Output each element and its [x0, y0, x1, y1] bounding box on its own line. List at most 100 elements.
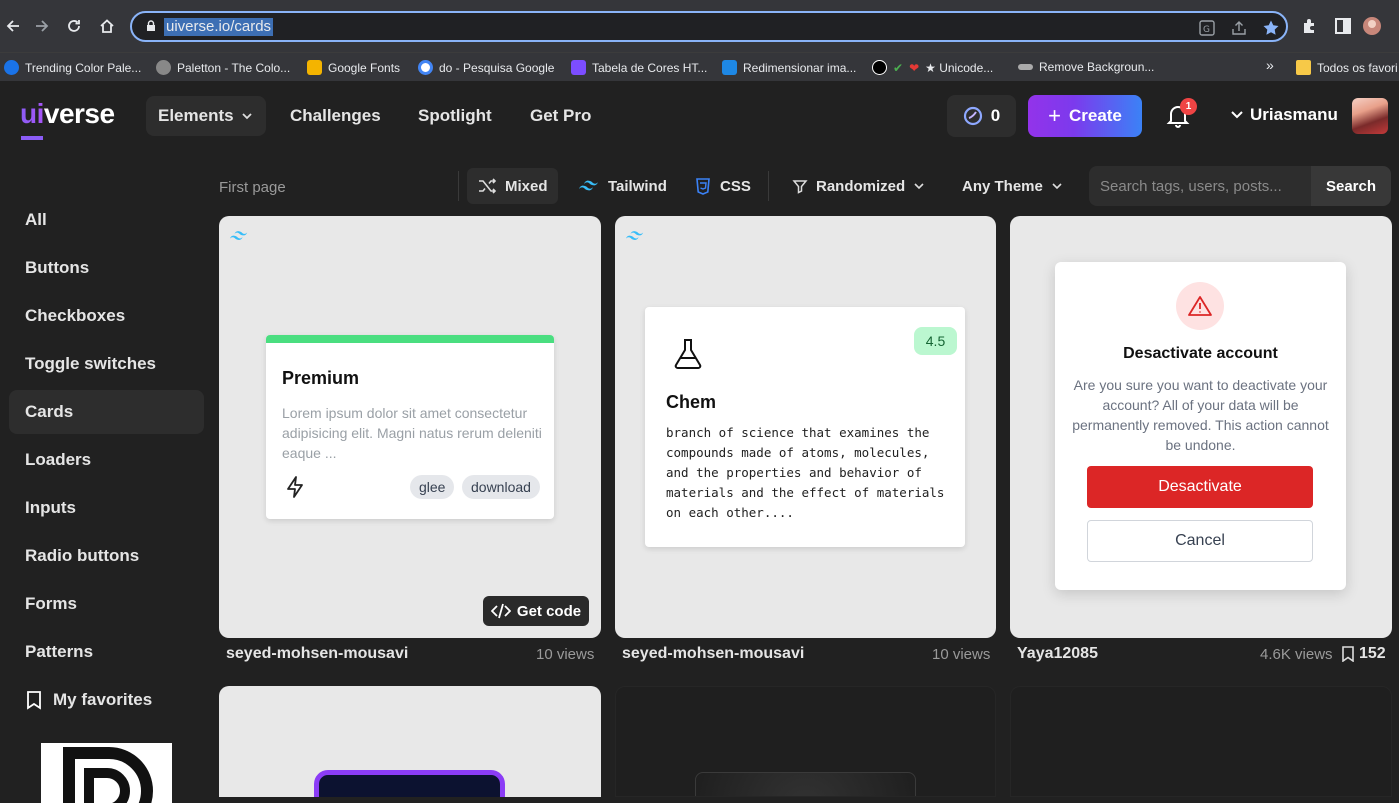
cancel-button[interactable]: Cancel: [1087, 520, 1313, 562]
bookmark-item[interactable]: Redimensionar ima...: [722, 60, 856, 75]
lightning-icon: [287, 476, 303, 498]
nav-elements-dropdown[interactable]: Elements: [146, 96, 266, 136]
card-preview[interactable]: [1010, 686, 1392, 797]
home-icon[interactable]: [94, 13, 120, 39]
bookmark-item[interactable]: do - Pesquisa Google: [418, 60, 554, 75]
avatar[interactable]: [1352, 98, 1388, 134]
uiverse-logo[interactable]: uiverse: [20, 98, 115, 140]
premium-title: Premium: [282, 368, 360, 388]
url-text[interactable]: uiverse.io/cards: [164, 18, 274, 36]
search-input[interactable]: [1089, 166, 1311, 206]
browser-toolbar: uiverse.io/cards G: [0, 0, 1399, 52]
sidebar-item-buttons[interactable]: Buttons: [9, 246, 204, 290]
divider: [458, 171, 459, 201]
bookmark-item[interactable]: ✔ ❤ ★ Unicode...: [872, 60, 993, 75]
card-author[interactable]: seyed-mohsen-mousavi: [226, 645, 408, 663]
bookmark-item[interactable]: Remove Backgroun...: [1018, 60, 1154, 74]
modal-text: Are you sure you want to deactivate your…: [1072, 377, 1329, 453]
sidebar-item-cards[interactable]: Cards: [9, 390, 204, 434]
chem-title: Chem: [666, 392, 717, 412]
sidebar-item-loaders[interactable]: Loaders: [9, 438, 204, 482]
bookmark-favicon-icon: [4, 60, 19, 75]
bookmark-item[interactable]: Google Fonts: [307, 60, 400, 75]
card-premium-preview[interactable]: Premium Lorem ipsum dolor sit amet conse…: [219, 216, 601, 638]
chevron-down-icon: [241, 113, 252, 120]
all-bookmarks-folder[interactable]: Todos os favori: [1296, 60, 1398, 75]
bookmarks-bar: Trending Color Pale... Paletton - The Co…: [0, 52, 1399, 81]
shuffle-icon: [479, 178, 497, 194]
svg-text:G: G: [1203, 25, 1210, 35]
sidebar-item-checkboxes[interactable]: Checkboxes: [9, 294, 204, 338]
sidebar-item-all[interactable]: All: [9, 198, 204, 242]
bookmark-item[interactable]: Paletton - The Colo...: [156, 60, 290, 75]
filter-css-button[interactable]: CSS: [684, 168, 761, 204]
forward-icon[interactable]: [29, 13, 55, 39]
dark-component: [695, 772, 916, 796]
sidebar-item-forms[interactable]: Forms: [9, 582, 204, 626]
filter-tailwind-button[interactable]: Tailwind: [568, 168, 677, 204]
chem-text: branch of science that examines the comp…: [666, 425, 945, 520]
search-field[interactable]: [1089, 166, 1311, 206]
bookmark-item[interactable]: Tabela de Cores HT...: [571, 60, 707, 75]
share-icon[interactable]: [1230, 19, 1248, 37]
bookmarks-overflow-icon[interactable]: »: [1266, 57, 1274, 73]
chevron-down-icon: [1052, 183, 1062, 190]
warning-icon: [1176, 282, 1224, 330]
chem-card: 4.5 Chem branch of science that examines…: [645, 307, 965, 547]
translate-icon[interactable]: G: [1198, 19, 1216, 37]
search-button[interactable]: Search: [1311, 166, 1391, 206]
profile-avatar-icon[interactable]: [1362, 16, 1382, 36]
bookmark-count[interactable]: 152: [1341, 645, 1386, 663]
nav-spotlight[interactable]: Spotlight: [406, 96, 504, 136]
card-views: 4.6K views: [1260, 646, 1333, 663]
back-icon[interactable]: [0, 13, 26, 39]
bookmark-item[interactable]: Trending Color Pale...: [4, 60, 141, 75]
bookmark-favicon-icon: [156, 60, 171, 75]
modal-title: Desactivate account: [1123, 345, 1278, 362]
card-author[interactable]: Yaya12085: [1017, 645, 1098, 663]
rating-badge: 4.5: [914, 327, 957, 355]
get-code-button[interactable]: Get code: [483, 596, 589, 626]
filter-bar: First page Mixed Tailwind CSS Randomized…: [0, 151, 1399, 211]
divider: [768, 171, 769, 201]
premium-card: Premium Lorem ipsum dolor sit amet conse…: [266, 335, 554, 519]
css-icon: [696, 178, 710, 195]
coins-button[interactable]: 0: [947, 95, 1016, 137]
nav-challenges[interactable]: Challenges: [278, 96, 393, 136]
sidebar-item-patterns[interactable]: Patterns: [9, 630, 204, 674]
lock-icon: [147, 20, 155, 31]
card-preview[interactable]: [219, 686, 601, 797]
sponsor-logo[interactable]: [41, 743, 172, 803]
check-icon: ✔: [893, 60, 904, 75]
premium-accent-bar: [266, 335, 554, 343]
bookmark-favicon-icon: [872, 60, 887, 75]
sidebar-item-toggle-switches[interactable]: Toggle switches: [9, 342, 204, 386]
star-icon[interactable]: [1262, 19, 1280, 37]
reload-icon[interactable]: [61, 13, 87, 39]
filter-mixed-button[interactable]: Mixed: [467, 168, 558, 204]
bookmark-favicon-icon: [571, 60, 586, 75]
card-preview[interactable]: [615, 686, 996, 797]
bookmark-favicon-icon: [307, 60, 322, 75]
card-author[interactable]: seyed-mohsen-mousavi: [622, 645, 804, 663]
nav-get-pro[interactable]: Get Pro: [518, 96, 603, 136]
address-bar[interactable]: uiverse.io/cards G: [130, 11, 1288, 42]
bookmark-icon: [1342, 646, 1354, 662]
card-chem-preview[interactable]: 4.5 Chem branch of science that examines…: [615, 216, 996, 638]
side-panel-icon[interactable]: [1333, 16, 1353, 36]
sidebar-item-my-favorites[interactable]: My favorites: [9, 678, 204, 722]
sidebar-item-inputs[interactable]: Inputs: [9, 486, 204, 530]
tag-glee[interactable]: glee: [410, 475, 455, 499]
theme-dropdown[interactable]: Any Theme: [952, 168, 1073, 204]
bookmark-favicon-icon: [1018, 64, 1033, 70]
sort-dropdown[interactable]: Randomized: [782, 168, 935, 204]
card-deactivate-preview[interactable]: Desactivate account Are you sure you wan…: [1010, 216, 1392, 638]
deactivate-button[interactable]: Desactivate: [1087, 466, 1313, 508]
sidebar-item-radio-buttons[interactable]: Radio buttons: [9, 534, 204, 578]
user-menu[interactable]: Uriasmanu: [1230, 105, 1338, 125]
first-page-label: First page: [219, 179, 286, 196]
extensions-icon[interactable]: [1300, 16, 1320, 36]
chevron-down-icon: [914, 183, 924, 190]
tag-download[interactable]: download: [462, 475, 540, 499]
create-button[interactable]: + Create: [1028, 95, 1142, 137]
